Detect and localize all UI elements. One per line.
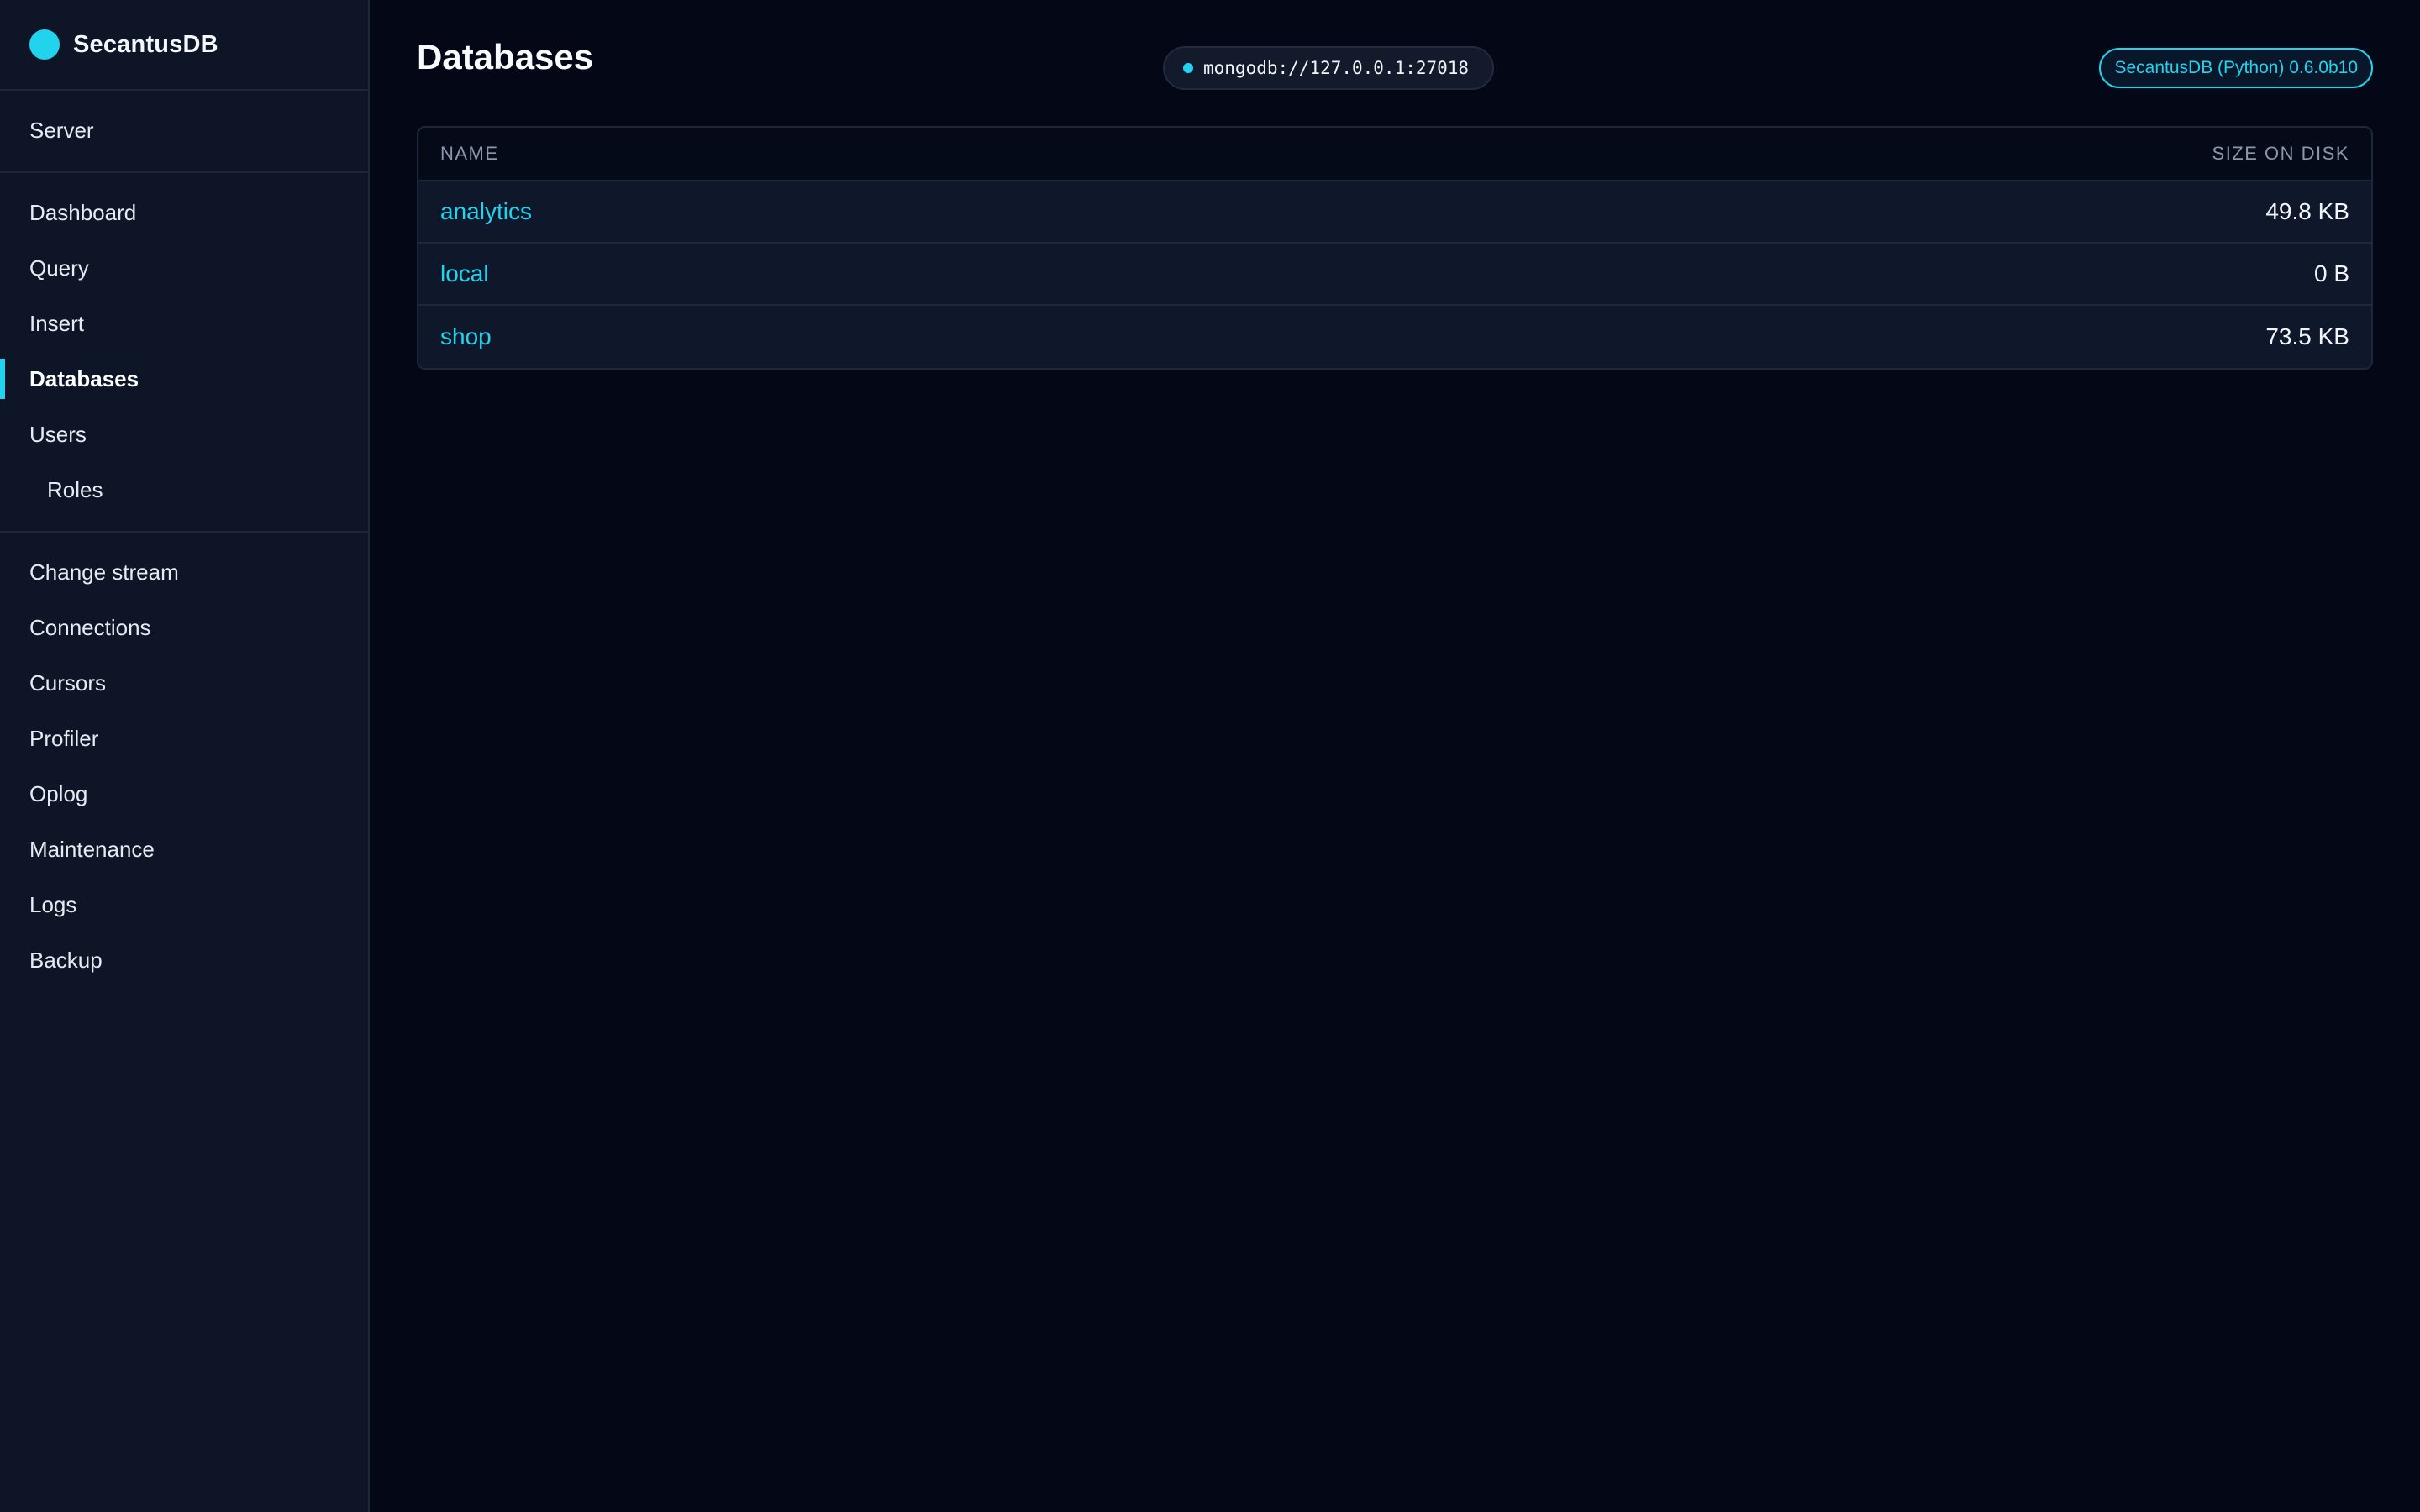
sidebar-item-dashboard[interactable]: Dashboard	[0, 185, 368, 240]
sidebar-item-roles[interactable]: Roles	[0, 462, 368, 517]
sidebar-item-server[interactable]: Server	[0, 102, 368, 158]
table-row: analytics 49.8 KB	[418, 181, 2371, 244]
database-link[interactable]: analytics	[440, 198, 532, 225]
sidebar-item-backup[interactable]: Backup	[0, 932, 368, 988]
table-header: NAME SIZE ON DISK	[418, 128, 2371, 181]
sidebar-item-query[interactable]: Query	[0, 240, 368, 296]
app-window: SecantusDB Server Dashboard Query Insert…	[0, 0, 2420, 1512]
connection-string: mongodb://127.0.0.1:27018	[1203, 58, 1470, 78]
column-header-size: SIZE ON DISK	[2212, 143, 2349, 164]
table-row: local 0 B	[418, 244, 2371, 306]
table-row: shop 73.5 KB	[418, 306, 2371, 368]
sidebar-item-databases[interactable]: Databases	[0, 351, 368, 407]
connection-status-icon	[1183, 63, 1193, 73]
database-size: 73.5 KB	[2265, 323, 2349, 349]
sidebar-item-change-stream[interactable]: Change stream	[0, 544, 368, 600]
databases-table: NAME SIZE ON DISK analytics 49.8 KB loca…	[417, 126, 2373, 370]
sidebar-item-oplog[interactable]: Oplog	[0, 766, 368, 822]
database-size: 49.8 KB	[2265, 198, 2349, 224]
main-content: Databases mongodb://127.0.0.1:27018 Seca…	[371, 0, 2420, 1512]
sidebar-item-profiler[interactable]: Profiler	[0, 711, 368, 766]
sidebar-item-connections[interactable]: Connections	[0, 600, 368, 655]
sidebar-item-users[interactable]: Users	[0, 407, 368, 462]
page-title: Databases	[417, 37, 594, 76]
sidebar-item-logs[interactable]: Logs	[0, 877, 368, 932]
database-link[interactable]: local	[440, 260, 489, 287]
logo-dot-icon	[29, 29, 60, 60]
brand-name: SecantusDB	[73, 30, 218, 58]
connection-pill: mongodb://127.0.0.1:27018	[1163, 46, 1494, 90]
brand[interactable]: SecantusDB	[0, 0, 368, 91]
database-size: 0 B	[2313, 260, 2349, 286]
column-header-name: NAME	[440, 143, 499, 164]
sidebar-item-maintenance[interactable]: Maintenance	[0, 822, 368, 877]
sidebar: SecantusDB Server Dashboard Query Insert…	[0, 0, 370, 1512]
nav-group-data: Dashboard Query Insert Databases Users R…	[0, 173, 368, 533]
sidebar-item-insert[interactable]: Insert	[0, 296, 368, 351]
sidebar-item-cursors[interactable]: Cursors	[0, 655, 368, 711]
database-link[interactable]: shop	[440, 323, 492, 350]
nav-group-operations: Change stream Connections Cursors Profil…	[0, 533, 368, 1001]
version-badge: SecantusDB (Python) 0.6.0b10	[2099, 48, 2373, 88]
nav-group-server: Server	[0, 91, 368, 173]
